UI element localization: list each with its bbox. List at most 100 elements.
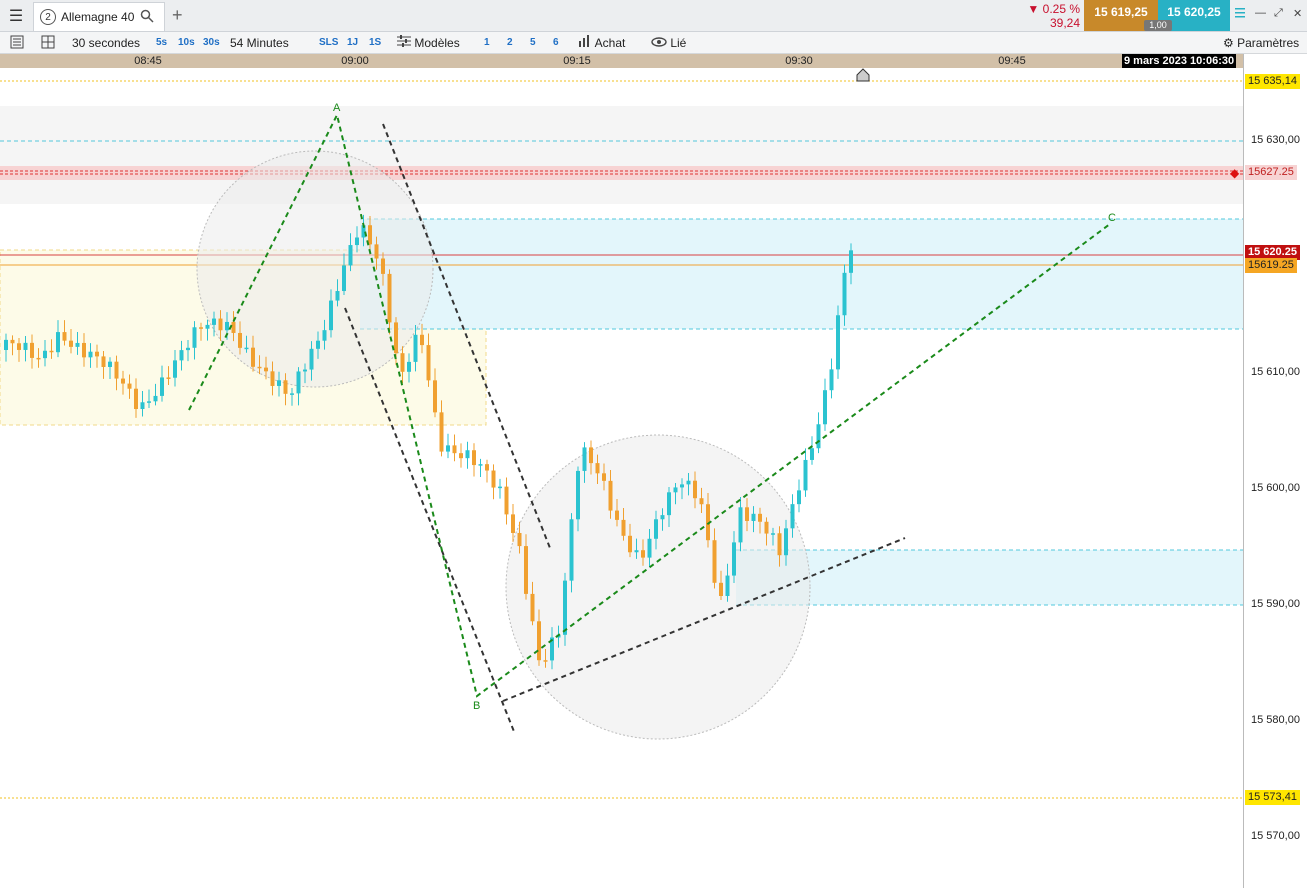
change-pct: 0.25 % xyxy=(1042,2,1080,16)
candle-body xyxy=(309,348,314,370)
pattern-point-c: C xyxy=(1108,212,1116,224)
maximize-icon[interactable]: ⤢ xyxy=(1274,7,1283,20)
time-label: 09:00 xyxy=(341,55,369,67)
candle-body xyxy=(530,593,535,622)
candle-body xyxy=(238,332,242,348)
candle-body xyxy=(673,487,678,493)
candle-body xyxy=(491,470,496,488)
candle-body xyxy=(771,533,775,535)
candle-body xyxy=(777,533,782,556)
time-label: 09:15 xyxy=(563,55,591,67)
candle-body xyxy=(225,321,229,331)
candle-body xyxy=(634,550,639,553)
price-label: 15 610,00 xyxy=(1251,366,1300,378)
models-button[interactable]: Modèles xyxy=(397,35,460,51)
interval-5s-button[interactable]: 5s xyxy=(156,35,167,51)
preset-5-button[interactable]: 5 xyxy=(530,35,536,51)
minimize-icon[interactable]: — xyxy=(1255,7,1266,19)
crosshair-date-badge: 9 mars 2023 10:06:30 xyxy=(1122,54,1237,68)
candle-body xyxy=(459,453,463,459)
interval-selector[interactable]: 30 secondes xyxy=(72,35,140,51)
duration-1s-button[interactable]: 1S xyxy=(369,35,381,51)
candle-body xyxy=(88,351,93,358)
candle-body xyxy=(296,371,301,394)
candle-body xyxy=(667,492,671,516)
candle-body xyxy=(654,519,658,539)
candle-body xyxy=(595,463,600,474)
candle-body xyxy=(192,327,197,348)
preset-1-button[interactable]: 1 xyxy=(484,35,490,51)
candle-body xyxy=(56,332,60,353)
candle-body xyxy=(400,353,405,372)
hamburger-icon[interactable]: ☰ xyxy=(4,4,28,28)
change-abs: 39,24 xyxy=(1049,16,1080,30)
candle-body xyxy=(797,490,801,505)
candle-body xyxy=(4,339,8,350)
drag-handle-icon[interactable] xyxy=(856,68,870,82)
candle-body xyxy=(368,225,372,245)
search-icon[interactable] xyxy=(140,9,154,26)
candle-body xyxy=(186,347,190,351)
price-label: 15 570,00 xyxy=(1251,830,1300,842)
candle-body xyxy=(641,550,645,558)
time-label: 09:45 xyxy=(998,55,1026,67)
buy-button[interactable]: Achat xyxy=(578,35,625,51)
tab-allemagne-40[interactable]: 2 Allemagne 40 xyxy=(33,2,165,31)
price-label: 15 630,00 xyxy=(1251,134,1300,146)
interval-10s-button[interactable]: 10s xyxy=(178,35,195,51)
candle-body xyxy=(218,318,223,331)
preset-2-button[interactable]: 2 xyxy=(507,35,513,51)
candle-body xyxy=(413,334,418,362)
duration-selector[interactable]: 54 Minutes xyxy=(230,35,289,51)
candle-body xyxy=(537,621,541,661)
candle-body xyxy=(342,265,346,292)
close-icon[interactable]: ✕ xyxy=(1293,7,1302,20)
down-arrow-icon: ▼ xyxy=(1027,2,1040,16)
candle-body xyxy=(160,377,164,396)
detach-icon[interactable] xyxy=(1234,7,1246,22)
price-axis[interactable]: 15 635,14 15 630,00 15627.25 ◆ 15 620.25… xyxy=(1230,54,1307,888)
candle-body xyxy=(387,273,392,323)
candle-body xyxy=(199,327,203,329)
candle-body xyxy=(244,347,249,350)
alert-icon[interactable]: ◆ xyxy=(1230,166,1239,180)
candle-body xyxy=(75,342,80,347)
candle-body xyxy=(127,383,132,389)
duration-1j-button[interactable]: 1J xyxy=(347,35,358,51)
linked-button[interactable]: Lié xyxy=(651,35,686,51)
candle-body xyxy=(407,361,411,372)
candle-body xyxy=(582,447,587,471)
candle-body xyxy=(69,340,73,347)
candle-body xyxy=(823,390,827,425)
candle-body xyxy=(647,538,652,558)
cyan-zone-bottom xyxy=(736,550,1243,605)
chart-toolbar: 30 secondes 5s 10s 30s 54 Minutes SLS 1J… xyxy=(0,32,1307,54)
layout-grid-icon[interactable] xyxy=(41,35,55,51)
candle-body xyxy=(816,424,821,449)
candle-body xyxy=(166,377,171,379)
candle-body xyxy=(680,484,684,488)
price-chart[interactable]: A B C xyxy=(0,68,1243,888)
candle-body xyxy=(478,464,483,466)
list-icon[interactable] xyxy=(10,35,24,51)
candle-body xyxy=(758,513,762,522)
time-axis[interactable]: 08:45 09:00 09:15 09:30 09:45 9 mars 202… xyxy=(0,54,1243,68)
candle-body xyxy=(173,360,177,378)
candle-body xyxy=(836,315,840,370)
candle-body xyxy=(686,480,691,485)
plus-icon[interactable]: + xyxy=(172,5,183,26)
duration-sls-button[interactable]: SLS xyxy=(319,35,338,51)
settings-button[interactable]: ⚙ Paramètres xyxy=(1223,35,1299,51)
candle-body xyxy=(23,342,28,350)
candle-body xyxy=(589,447,593,464)
candle-body xyxy=(446,445,450,452)
candle-body xyxy=(303,369,307,372)
candle-body xyxy=(251,347,255,367)
candle-body xyxy=(205,324,210,329)
price-change: ▼ 0.25 % 39,24 xyxy=(1022,2,1080,30)
cyan-zone-top xyxy=(360,219,1243,329)
candle-body xyxy=(420,334,424,346)
interval-30s-button[interactable]: 30s xyxy=(203,35,220,51)
preset-6-button[interactable]: 6 xyxy=(553,35,559,51)
candle-body xyxy=(615,510,619,520)
